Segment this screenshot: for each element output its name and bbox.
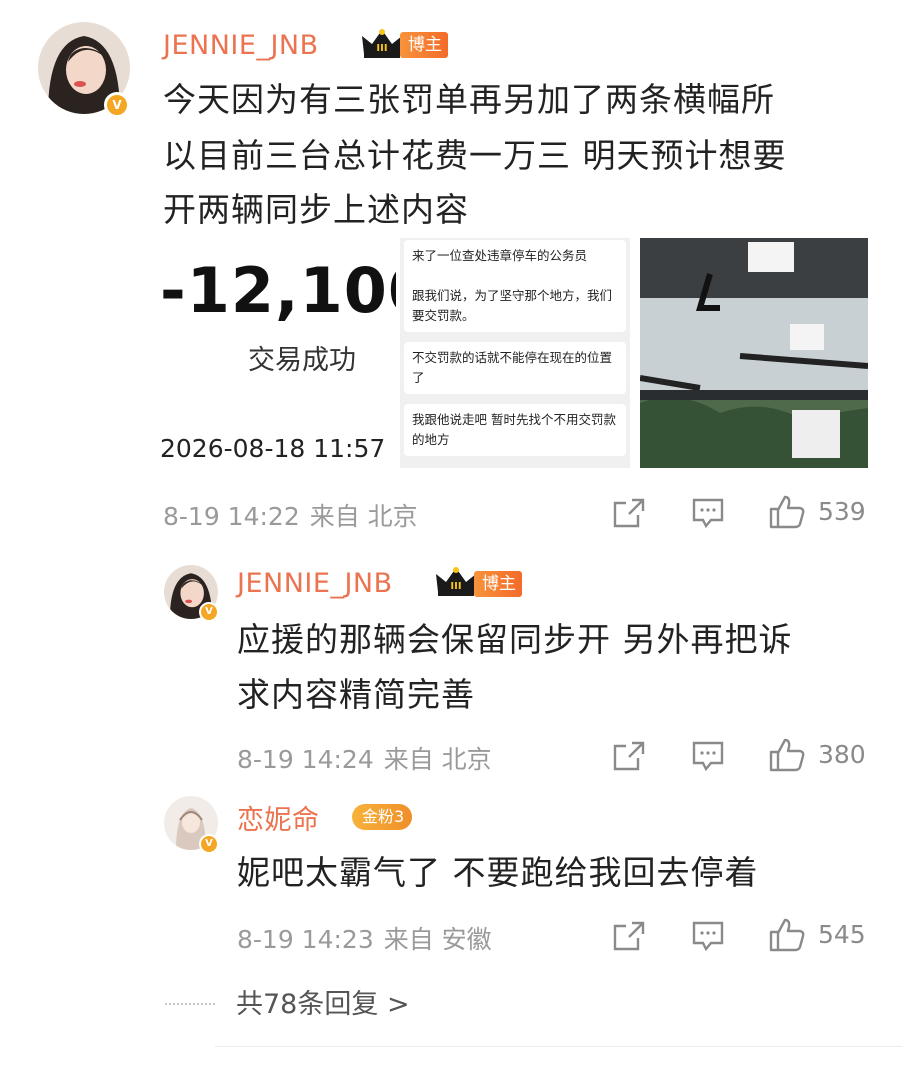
reply-meta: 8-19 14:24 来自 北京 [237,740,502,776]
thumbs-up-icon[interactable] [768,737,806,773]
reply-location: 来自 北京 [383,745,492,774]
blogger-badge: 博主 [474,571,522,597]
reply-location: 来自 安徽 [383,925,492,954]
divider-dots [165,1003,215,1005]
thumbs-up-icon[interactable] [768,917,806,953]
blogger-badge: 博主 [400,32,448,58]
chat-bubble: 来了一位查处违章停车的公务员 跟我们说，为了坚守那个地方，我们要交罚款。 [404,240,626,332]
comment-location: 来自 北京 [309,502,418,531]
verified-v-icon: V [199,602,219,622]
comment-text-line: 开两辆同步上述内容 [163,190,469,229]
crown-icon: III [436,567,476,596]
comment-icon[interactable] [691,920,725,952]
payment-screenshot-image[interactable]: -12,100. 交易成功 2026-08-18 11:57 [160,238,396,468]
reply-text-line: 应援的那辆会保留同步开 另外再把诉 [237,620,793,659]
chat-bubble: 我跟他说走吧 暂时先找个不用交罚款的地方 [404,404,626,456]
svg-text:III: III [376,43,387,54]
more-replies-link[interactable]: 共78条回复 > [236,982,410,1021]
gold-fan-badge: 金粉3 [352,804,413,830]
verified-v-icon: V [104,92,130,118]
comment-meta: 8-19 14:22 来自 北京 [163,497,428,533]
payment-amount: -12,100. [160,254,396,327]
reply-date: 8-19 14:24 [237,745,374,774]
chat-bubble: 不交罚款的话就不能停在现在的位置了 [404,342,626,394]
username[interactable]: JENNIE_JNB [163,30,319,61]
payment-status: 交易成功 [248,345,356,376]
comment-icon[interactable] [691,497,725,529]
reply-text-line: 妮吧太霸气了 不要跑给我回去停着 [237,853,759,892]
svg-text:III: III [450,581,461,592]
share-icon[interactable] [612,497,646,529]
comment-date: 8-19 14:22 [163,502,300,531]
username[interactable]: 恋妮命 [237,798,320,837]
share-icon[interactable] [612,740,646,772]
windshield-photo-image[interactable] [640,238,868,468]
comment-text-line: 今天因为有三张罚单再另加了两条横幅所 [163,80,775,119]
reply-date: 8-19 14:23 [237,925,374,954]
comment-icon[interactable] [691,740,725,772]
share-icon[interactable] [612,920,646,952]
reply-meta: 8-19 14:23 来自 安徽 [237,920,502,956]
like-count: 380 [818,740,866,769]
like-count: 539 [818,497,866,526]
comment-text-line: 以目前三台总计花费一万三 明天预计想要 [163,136,787,175]
reply-text-line: 求内容精简完善 [237,675,475,714]
thumbs-up-icon[interactable] [768,494,806,530]
divider [215,1046,902,1047]
crown-icon: III [362,29,402,58]
verified-v-icon: V [199,834,219,854]
like-count: 545 [818,920,866,949]
chat-screenshot-image[interactable]: 来了一位查处违章停车的公务员 跟我们说，为了坚守那个地方，我们要交罚款。 不交罚… [400,238,630,468]
payment-time: 2026-08-18 11:57 [160,434,386,463]
username[interactable]: JENNIE_JNB [237,568,393,599]
